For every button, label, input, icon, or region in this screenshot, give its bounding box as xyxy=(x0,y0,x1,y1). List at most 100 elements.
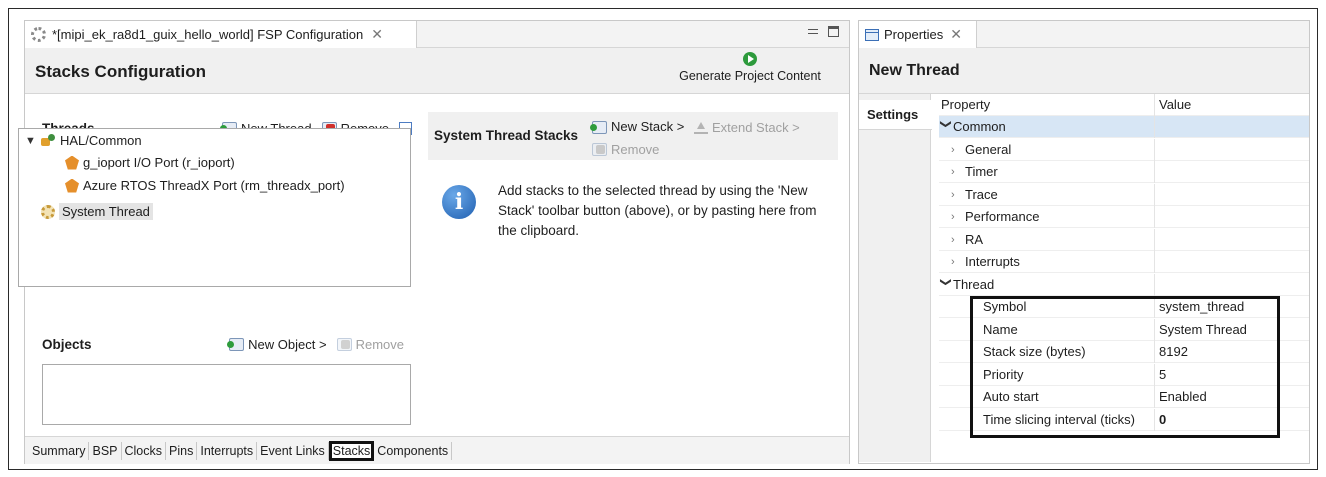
property-key: Interrupts xyxy=(965,254,1020,269)
table-header: Property Value xyxy=(939,93,1309,116)
page-title: Stacks Configuration xyxy=(35,62,206,81)
remove-stack-button[interactable]: Remove xyxy=(592,140,659,160)
generate-project-content-button[interactable]: Generate Project Content xyxy=(665,52,835,90)
property-key: Performance xyxy=(965,209,1040,224)
new-stack-label: New Stack > xyxy=(611,119,685,134)
tree-item-label: Azure RTOS ThreadX Port (rm_threadx_port… xyxy=(83,178,345,193)
tree-item-label: HAL/Common xyxy=(60,133,142,148)
column-header-property: Property xyxy=(939,93,1155,116)
property-key: Thread xyxy=(953,277,995,292)
property-key: Stack size (bytes) xyxy=(939,340,1155,363)
minimize-icon[interactable] xyxy=(808,29,818,34)
tab-interrupts[interactable]: Interrupts xyxy=(197,441,258,460)
chevron-down-icon[interactable]: ❯ xyxy=(940,120,953,134)
tab-pins[interactable]: Pins xyxy=(166,441,198,460)
chevron-right-icon[interactable]: › xyxy=(951,256,965,268)
tree-item-label: System Thread xyxy=(59,203,153,220)
stacks-title: System Thread Stacks xyxy=(434,128,579,143)
properties-icon xyxy=(865,28,879,41)
close-icon[interactable]: ✕ xyxy=(950,26,962,43)
objects-title: Objects xyxy=(42,337,92,352)
properties-title: New Thread xyxy=(869,62,960,79)
property-row-priority[interactable]: Priority 5 xyxy=(939,363,1309,386)
new-stack-button[interactable]: New Stack > xyxy=(590,117,685,137)
tab-bsp[interactable]: BSP xyxy=(89,441,122,460)
property-row-general[interactable]: › General xyxy=(939,138,1309,161)
generate-label: Generate Project Content xyxy=(679,69,821,83)
chevron-right-icon[interactable]: › xyxy=(951,211,965,223)
tree-item-threadx-port[interactable]: Azure RTOS ThreadX Port (rm_threadx_port… xyxy=(65,178,345,193)
property-row-performance[interactable]: › Performance xyxy=(939,205,1309,228)
editor-tab-title: *[mipi_ek_ra8d1_guix_hello_world] FSP Co… xyxy=(52,27,364,42)
chevron-right-icon[interactable]: › xyxy=(951,144,965,156)
chevron-down-icon[interactable]: ▼ xyxy=(25,135,37,147)
threads-tree: ▼ HAL/Common g_ioport I/O Port (r_ioport… xyxy=(18,128,411,287)
new-object-icon xyxy=(227,338,245,351)
chevron-right-icon[interactable]: › xyxy=(951,166,965,178)
chevron-right-icon[interactable]: › xyxy=(951,189,965,201)
property-key: Auto start xyxy=(939,385,1155,408)
property-row-time-slicing[interactable]: Time slicing interval (ticks) 0 xyxy=(939,408,1309,431)
info-icon: i xyxy=(442,185,476,219)
maximize-icon[interactable] xyxy=(828,26,839,37)
property-row-timer[interactable]: › Timer xyxy=(939,160,1309,183)
property-row-auto-start[interactable]: Auto start Enabled xyxy=(939,385,1309,408)
properties-view: Properties ✕ New Thread Settings Propert… xyxy=(858,20,1310,464)
new-object-button[interactable]: New Object > xyxy=(227,337,327,352)
settings-sidebar: Settings xyxy=(859,94,932,462)
module-icon xyxy=(65,178,79,193)
editor-tab[interactable]: *[mipi_ek_ra8d1_guix_hello_world] FSP Co… xyxy=(25,21,417,48)
property-value[interactable]: system_thread xyxy=(1155,299,1244,314)
property-value[interactable]: 8192 xyxy=(1155,344,1188,359)
property-key: Priority xyxy=(939,363,1155,386)
close-icon[interactable]: ✕ xyxy=(371,26,383,43)
stacks-toolbar: New Stack > Extend Stack > Remove xyxy=(590,117,800,162)
extend-stack-label: Extend Stack > xyxy=(711,119,800,135)
new-stack-icon xyxy=(590,120,607,134)
property-row-symbol[interactable]: Symbol system_thread xyxy=(939,295,1309,318)
tab-settings[interactable]: Settings xyxy=(859,100,932,130)
property-row-trace[interactable]: › Trace xyxy=(939,183,1309,206)
property-key: RA xyxy=(965,232,984,247)
property-row-interrupts[interactable]: › Interrupts xyxy=(939,250,1309,273)
tab-clocks[interactable]: Clocks xyxy=(122,441,167,460)
tab-event-links[interactable]: Event Links xyxy=(257,441,329,460)
tab-components[interactable]: Components xyxy=(374,441,453,460)
tree-item-g-ioport[interactable]: g_ioport I/O Port (r_ioport) xyxy=(65,155,235,170)
tree-item-system-thread[interactable]: System Thread xyxy=(41,203,153,220)
properties-header: New Thread xyxy=(859,48,1309,94)
chevron-down-icon[interactable]: ❯ xyxy=(940,278,953,292)
remove-icon xyxy=(592,143,607,156)
tree-item-label: g_ioport I/O Port (r_ioport) xyxy=(83,155,235,170)
extend-stack-button[interactable]: Extend Stack > xyxy=(693,118,800,138)
property-row-thread[interactable]: ❯ Thread xyxy=(939,273,1309,296)
property-value[interactable]: Enabled xyxy=(1155,389,1207,404)
property-row-common[interactable]: ❯ Common xyxy=(939,115,1309,138)
remove-object-button[interactable]: Remove xyxy=(336,337,404,352)
objects-header: Objects New Object > Remove xyxy=(42,337,412,352)
remove-icon xyxy=(336,338,352,351)
tab-summary[interactable]: Summary xyxy=(29,441,90,460)
property-row-stack-size[interactable]: Stack size (bytes) 8192 xyxy=(939,340,1309,363)
tab-stacks[interactable]: Stacks xyxy=(328,440,375,461)
remove-object-label: Remove xyxy=(355,337,404,352)
system-thread-stacks-header: System Thread Stacks New Stack > Extend … xyxy=(428,112,838,160)
properties-tab[interactable]: Properties ✕ xyxy=(859,21,977,48)
chevron-right-icon[interactable]: › xyxy=(951,234,965,246)
window-controls xyxy=(808,26,839,37)
system-thread-icon xyxy=(41,204,55,219)
gear-icon xyxy=(31,27,46,42)
tree-item-hal-common[interactable]: ▼ HAL/Common xyxy=(25,133,142,148)
property-value[interactable]: 0 xyxy=(1155,412,1166,427)
remove-stack-label: Remove xyxy=(611,141,660,157)
hal-common-icon xyxy=(41,134,56,147)
property-value[interactable]: 5 xyxy=(1155,367,1166,382)
module-icon xyxy=(65,155,79,170)
property-row-ra[interactable]: › RA xyxy=(939,228,1309,251)
property-key: Symbol xyxy=(939,295,1155,318)
property-key: Time slicing interval (ticks) xyxy=(939,408,1155,431)
property-key: General xyxy=(965,142,1012,157)
property-key: Trace xyxy=(965,187,998,202)
property-value[interactable]: System Thread xyxy=(1155,322,1247,337)
property-row-name[interactable]: Name System Thread xyxy=(939,318,1309,341)
